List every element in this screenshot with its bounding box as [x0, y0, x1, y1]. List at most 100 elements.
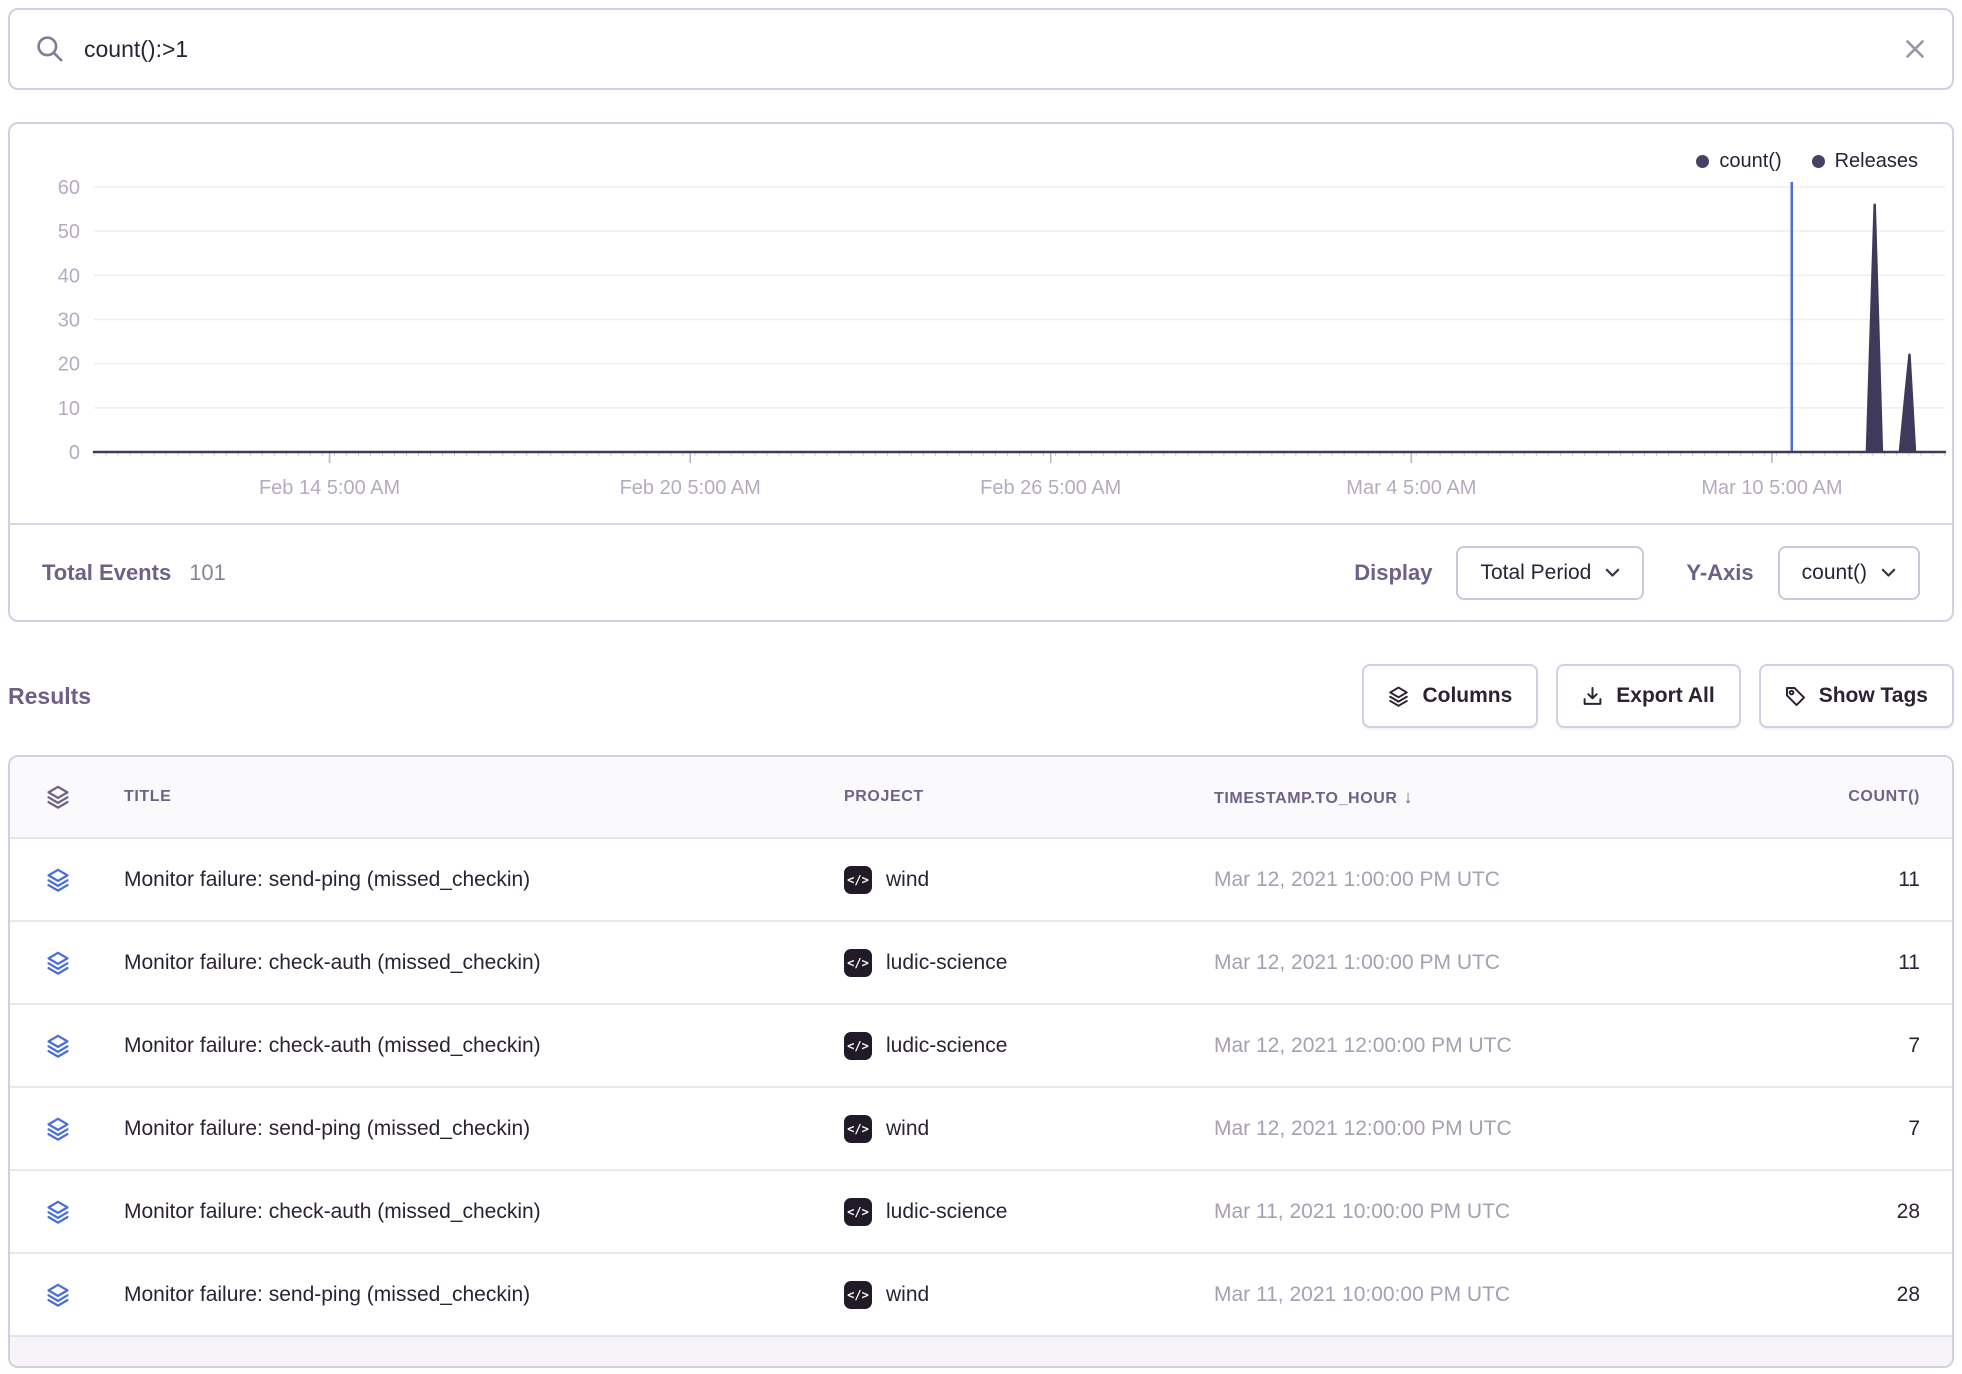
table-footer-strip	[10, 1337, 1952, 1366]
event-title[interactable]: Monitor failure: check-auth (missed_chec…	[124, 1200, 844, 1224]
project-platform-icon: </>	[844, 1032, 872, 1060]
project-cell[interactable]: </> ludic-science	[844, 1032, 1214, 1060]
legend-item-releases[interactable]: Releases	[1812, 150, 1918, 173]
project-cell[interactable]: </> wind	[844, 1115, 1214, 1143]
legend-label: Releases	[1835, 150, 1918, 173]
project-cell[interactable]: </> ludic-science	[844, 1198, 1214, 1226]
event-timestamp: Mar 12, 2021 12:00:00 PM UTC	[1214, 1034, 1714, 1058]
close-icon[interactable]	[1904, 38, 1926, 60]
yaxis-select[interactable]: count()	[1778, 546, 1920, 600]
chevron-down-icon	[1881, 568, 1896, 578]
search-input[interactable]	[82, 35, 1904, 64]
svg-text:Mar 4 5:00 AM: Mar 4 5:00 AM	[1346, 477, 1476, 499]
column-header-timestamp-label: TIMESTAMP.TO_HOUR	[1214, 790, 1398, 807]
results-title: Results	[8, 683, 91, 710]
search-bar	[8, 8, 1954, 90]
table-row[interactable]: Monitor failure: check-auth (missed_chec…	[10, 1171, 1952, 1254]
event-title[interactable]: Monitor failure: check-auth (missed_chec…	[124, 951, 844, 975]
column-header-timestamp[interactable]: TIMESTAMP.TO_HOUR ↓	[1214, 787, 1714, 808]
total-events-label: Total Events	[42, 560, 171, 586]
svg-text:50: 50	[58, 221, 80, 243]
chart-legend: count() Releases	[1696, 150, 1918, 173]
project-platform-icon: </>	[844, 866, 872, 894]
event-count: 7	[1714, 1117, 1920, 1141]
table-row[interactable]: Monitor failure: send-ping (missed_check…	[10, 839, 1952, 922]
event-timestamp: Mar 11, 2021 10:00:00 PM UTC	[1214, 1200, 1714, 1224]
legend-item-count[interactable]: count()	[1696, 150, 1781, 173]
event-title[interactable]: Monitor failure: check-auth (missed_chec…	[124, 1034, 844, 1058]
project-cell[interactable]: </> wind	[844, 866, 1214, 894]
total-events-value: 101	[189, 560, 226, 586]
project-cell[interactable]: </> ludic-science	[844, 949, 1214, 977]
stacked-events-icon[interactable]	[46, 1200, 70, 1224]
event-timestamp: Mar 12, 2021 12:00:00 PM UTC	[1214, 1117, 1714, 1141]
events-chart-panel: count() Releases 0 10 20 30 40 50 60 Feb 14 5:0…	[8, 122, 1954, 622]
stacked-events-icon[interactable]	[46, 868, 70, 892]
export-all-button[interactable]: Export All	[1556, 664, 1740, 728]
layers-icon	[1388, 686, 1409, 707]
project-name: ludic-science	[886, 1200, 1007, 1224]
column-header-count[interactable]: COUNT()	[1714, 788, 1920, 806]
download-icon	[1582, 686, 1603, 707]
event-title[interactable]: Monitor failure: send-ping (missed_check…	[124, 868, 844, 892]
project-platform-icon: </>	[844, 1198, 872, 1226]
event-timestamp: Mar 11, 2021 10:00:00 PM UTC	[1214, 1283, 1714, 1307]
events-timeseries-chart[interactable]: 0 10 20 30 40 50 60 Feb 14 5:00 AM Feb 20 5:00 A…	[10, 124, 1952, 527]
column-header-title[interactable]: TITLE	[124, 788, 844, 806]
display-select[interactable]: Total Period	[1456, 546, 1644, 600]
svg-text:Mar 10 5:00 AM: Mar 10 5:00 AM	[1701, 477, 1842, 499]
tag-icon	[1785, 686, 1806, 707]
columns-button-label: Columns	[1422, 684, 1512, 708]
yaxis-select-value: count()	[1802, 561, 1867, 585]
event-timestamp: Mar 12, 2021 1:00:00 PM UTC	[1214, 951, 1714, 975]
stacked-events-icon[interactable]	[46, 1283, 70, 1307]
svg-text:30: 30	[58, 310, 80, 332]
show-tags-button[interactable]: Show Tags	[1759, 664, 1954, 728]
project-platform-icon: </>	[844, 1115, 872, 1143]
svg-text:0: 0	[69, 442, 80, 464]
stack-icon	[46, 785, 70, 809]
legend-label: count()	[1719, 150, 1781, 173]
svg-text:Feb 14 5:00 AM: Feb 14 5:00 AM	[259, 477, 400, 499]
show-tags-button-label: Show Tags	[1819, 684, 1928, 708]
project-platform-icon: </>	[844, 949, 872, 977]
svg-text:20: 20	[58, 354, 80, 376]
project-name: ludic-science	[886, 951, 1007, 975]
table-row[interactable]: Monitor failure: check-auth (missed_chec…	[10, 922, 1952, 1005]
event-count: 28	[1714, 1200, 1920, 1224]
project-name: ludic-science	[886, 1034, 1007, 1058]
event-count: 11	[1714, 868, 1920, 892]
results-bar: Results Columns Export All Show Tags	[8, 658, 1954, 734]
columns-button[interactable]: Columns	[1362, 664, 1538, 728]
stacked-events-icon[interactable]	[46, 951, 70, 975]
display-label: Display	[1354, 560, 1432, 586]
stacked-events-icon[interactable]	[46, 1034, 70, 1058]
event-timestamp: Mar 12, 2021 1:00:00 PM UTC	[1214, 868, 1714, 892]
chevron-down-icon	[1605, 568, 1620, 578]
svg-text:10: 10	[58, 398, 80, 420]
sort-desc-icon: ↓	[1404, 787, 1414, 807]
table-row[interactable]: Monitor failure: send-ping (missed_check…	[10, 1088, 1952, 1171]
event-title[interactable]: Monitor failure: send-ping (missed_check…	[124, 1283, 844, 1307]
column-header-project[interactable]: PROJECT	[844, 788, 1214, 806]
table-row[interactable]: Monitor failure: send-ping (missed_check…	[10, 1254, 1952, 1337]
chart-footer: Total Events 101 Display Total Period Y-…	[10, 523, 1952, 620]
table-row[interactable]: Monitor failure: check-auth (missed_chec…	[10, 1005, 1952, 1088]
table-header-row: TITLE PROJECT TIMESTAMP.TO_HOUR ↓ COUNT()	[10, 757, 1952, 839]
project-cell[interactable]: </> wind	[844, 1281, 1214, 1309]
event-title[interactable]: Monitor failure: send-ping (missed_check…	[124, 1117, 844, 1141]
svg-text:40: 40	[58, 265, 80, 287]
project-platform-icon: </>	[844, 1281, 872, 1309]
svg-text:Feb 26 5:00 AM: Feb 26 5:00 AM	[980, 477, 1121, 499]
yaxis-label: Y-Axis	[1686, 560, 1753, 586]
stacked-events-icon[interactable]	[46, 1117, 70, 1141]
event-count: 28	[1714, 1283, 1920, 1307]
project-name: wind	[886, 1117, 929, 1141]
export-all-button-label: Export All	[1616, 684, 1714, 708]
svg-text:60: 60	[58, 177, 80, 199]
display-select-value: Total Period	[1480, 561, 1591, 585]
legend-dot-icon	[1696, 155, 1709, 168]
svg-text:Feb 20 5:00 AM: Feb 20 5:00 AM	[620, 477, 761, 499]
legend-dot-icon	[1812, 155, 1825, 168]
event-count: 7	[1714, 1034, 1920, 1058]
